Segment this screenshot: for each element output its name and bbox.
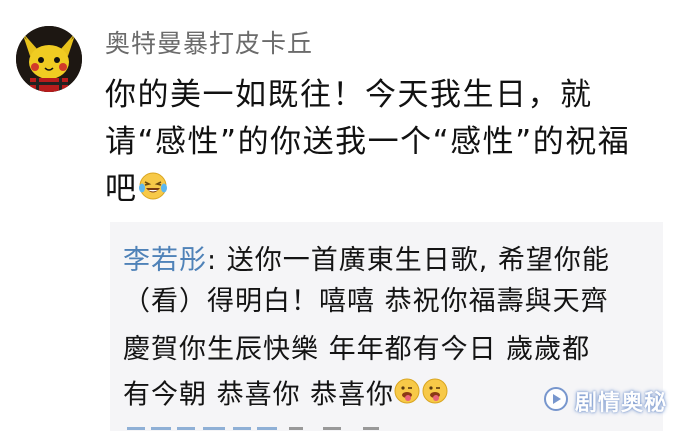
reply-line-4: 有今朝 恭喜你 恭喜你: [123, 377, 450, 415]
reply-text-line-3: 慶賀你生辰快樂 年年都有今日 歲歲都: [123, 334, 591, 365]
reply-author[interactable]: 李若彤: [123, 245, 207, 276]
play-logo-icon: [543, 386, 569, 416]
reply-line-1: 李若彤: 送你一首廣東生日歌, 希望你能: [123, 243, 610, 279]
comment-text-line-3: 吧: [105, 169, 168, 211]
reply-next-line-cutoff: [123, 418, 423, 430]
laughing-tears-emoji-icon: [138, 171, 168, 211]
comment-text-line-1: 你的美一如既往！今天我生日，就: [105, 77, 593, 113]
pikachu-avatar-icon: [16, 26, 82, 92]
reply-text-line-1: 送你一首廣東生日歌, 希望你能: [217, 245, 610, 276]
watermark-text: 剧情奥秘: [574, 391, 667, 416]
reply-colon: :: [207, 245, 218, 276]
comment-text-line-3-text: 吧: [105, 171, 138, 207]
reply-text-line-2: （看）得明白！嘻嘻 恭祝你福壽與天齊: [123, 286, 609, 317]
user-avatar[interactable]: [16, 26, 82, 92]
comment-text-line-2: 请“感性”的你送我一个“感性”的祝福: [105, 124, 631, 160]
watermark: 剧情奥秘: [543, 385, 667, 417]
comment-username[interactable]: 奥特曼暴打皮卡丘: [105, 24, 313, 60]
tongue-out-wink-emoji-icon: [394, 377, 450, 415]
reply-text-line-4: 有今朝 恭喜你 恭喜你: [123, 379, 395, 411]
